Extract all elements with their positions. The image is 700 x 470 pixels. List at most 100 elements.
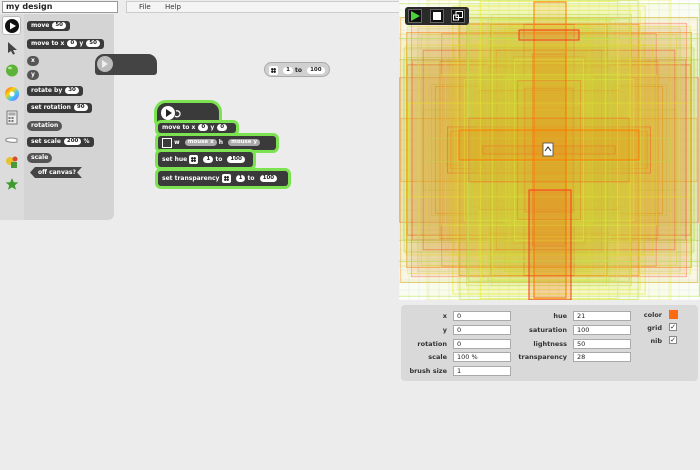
rotate-by-block[interactable]: rotate by 30: [27, 86, 83, 96]
set-rotation-label: set rotation: [31, 104, 71, 111]
grid-checkbox[interactable]: ✓: [669, 323, 677, 331]
dice-icon: [189, 155, 199, 164]
hat-block-ghost[interactable]: [95, 54, 157, 75]
dice-icon: [269, 66, 278, 75]
hue-from-value[interactable]: 1: [203, 156, 214, 163]
random-from-value[interactable]: 1: [283, 67, 293, 74]
move-to-x-value[interactable]: 0: [67, 40, 78, 47]
shape-tool[interactable]: [2, 174, 21, 193]
rect-h-value[interactable]: mouse y: [228, 139, 261, 146]
stage-canvas[interactable]: [399, 0, 700, 300]
stop-button[interactable]: [430, 9, 444, 23]
run-button[interactable]: [408, 9, 422, 23]
hue-label: hue: [553, 312, 567, 320]
lightness-field[interactable]: 50: [573, 339, 631, 349]
transparency-field[interactable]: 28: [573, 352, 631, 362]
saturation-field[interactable]: 100: [573, 325, 631, 335]
hue-to-label: to: [215, 156, 223, 163]
color-tool[interactable]: [2, 84, 21, 103]
star-icon: [5, 177, 18, 190]
tr-to-label: to: [247, 175, 255, 182]
hue-field[interactable]: 21: [573, 311, 631, 321]
rect-w-value[interactable]: mouse x: [184, 139, 217, 146]
sprite-tool[interactable]: [2, 152, 21, 171]
color-label: color: [643, 311, 662, 319]
hand-icon: [5, 137, 17, 143]
move-to-y-label: y: [79, 40, 84, 47]
move-to-y-value[interactable]: 50: [86, 40, 100, 47]
sprite-cursor-icon[interactable]: [542, 142, 554, 157]
saturation-label: saturation: [528, 326, 567, 334]
rect-w-label: w: [174, 139, 180, 146]
run-icon: [4, 18, 19, 33]
scale-field[interactable]: 100 %: [453, 352, 511, 362]
hue-to-value[interactable]: 100: [227, 156, 245, 163]
nib-label: nib: [650, 337, 662, 345]
dice-icon: [221, 174, 231, 183]
off-canvas-predicate[interactable]: off canvas?: [30, 167, 82, 178]
x-reporter[interactable]: x: [27, 56, 39, 66]
menu-help[interactable]: Help: [165, 3, 181, 11]
set-scale-unit: %: [83, 138, 90, 145]
ball-icon: [5, 64, 18, 76]
lightness-label: lightness: [533, 340, 567, 348]
set-scale-label: set scale: [31, 138, 61, 145]
script-move-to-y-label: y: [210, 124, 215, 131]
set-scale-block[interactable]: set scale 200 %: [27, 137, 94, 147]
play-icon: [411, 11, 420, 21]
fullscreen-button[interactable]: [451, 9, 465, 23]
drawing-canvas[interactable]: [399, 0, 700, 300]
set-hue-label: set hue: [162, 156, 188, 163]
y-reporter[interactable]: y: [27, 70, 39, 80]
set-transparency-block[interactable]: set transparency 1 to 100: [158, 171, 288, 186]
scale-reporter[interactable]: scale: [27, 153, 53, 163]
calculator-icon: [6, 110, 17, 125]
y-label: y: [442, 326, 447, 334]
set-rotation-value[interactable]: 90: [73, 104, 88, 111]
draw-rect-block[interactable]: w mouse x h mouse y: [158, 136, 276, 150]
menu-bar: File Help: [126, 1, 400, 13]
tr-from-value[interactable]: 1: [235, 175, 246, 182]
motion-tool[interactable]: [2, 60, 21, 79]
rotation-reporter[interactable]: rotation: [27, 121, 63, 131]
y-field[interactable]: 0: [453, 325, 511, 335]
move-to-block[interactable]: move to x0 y 50: [27, 39, 104, 49]
set-scale-value[interactable]: 200: [63, 138, 82, 145]
design-title-input[interactable]: my design: [2, 1, 118, 13]
brush-size-field[interactable]: 1: [453, 366, 511, 376]
rotate-value[interactable]: 30: [65, 87, 79, 94]
move-to-label: move to x: [31, 40, 65, 47]
menu-file[interactable]: File: [139, 3, 151, 11]
random-to-value[interactable]: 100: [307, 67, 325, 74]
run-tool[interactable]: [2, 16, 21, 35]
nib-checkbox[interactable]: ✓: [669, 336, 677, 344]
drawn-rectangle: [518, 29, 580, 41]
cursor-icon: [7, 41, 17, 54]
move-value[interactable]: 50: [52, 22, 67, 29]
control-tool[interactable]: [2, 130, 21, 149]
fullscreen-icon: [453, 11, 463, 21]
set-hue-block[interactable]: set hue 1 to 100: [158, 152, 253, 167]
transparency-label: transparency: [518, 353, 567, 361]
stop-icon: [433, 12, 441, 20]
tool-sidebar: [0, 14, 24, 220]
scale-label: scale: [428, 353, 447, 361]
random-to-label: to: [295, 67, 303, 74]
color-swatch[interactable]: [669, 310, 678, 319]
script-move-to-y[interactable]: 0: [217, 124, 228, 131]
pointer-tool[interactable]: [2, 38, 21, 57]
random-reporter[interactable]: 1 to 100: [264, 62, 330, 77]
tr-to-value[interactable]: 100: [259, 175, 278, 182]
math-tool[interactable]: [2, 108, 21, 127]
ghost-triangle-icon: [102, 60, 108, 68]
when-run-hat[interactable]: [157, 103, 219, 123]
shapes-icon: [5, 156, 17, 168]
move-block[interactable]: move 50: [27, 21, 71, 31]
script-move-to-x[interactable]: 0: [198, 124, 209, 131]
x-field[interactable]: 0: [453, 311, 511, 321]
move-to-block[interactable]: move to x0 y0: [158, 123, 236, 133]
rotation-label: rotation: [417, 340, 447, 348]
rotation-field[interactable]: 0: [453, 339, 511, 349]
set-rotation-block[interactable]: set rotation 90: [27, 103, 92, 113]
drawn-rectangle: [528, 189, 572, 300]
